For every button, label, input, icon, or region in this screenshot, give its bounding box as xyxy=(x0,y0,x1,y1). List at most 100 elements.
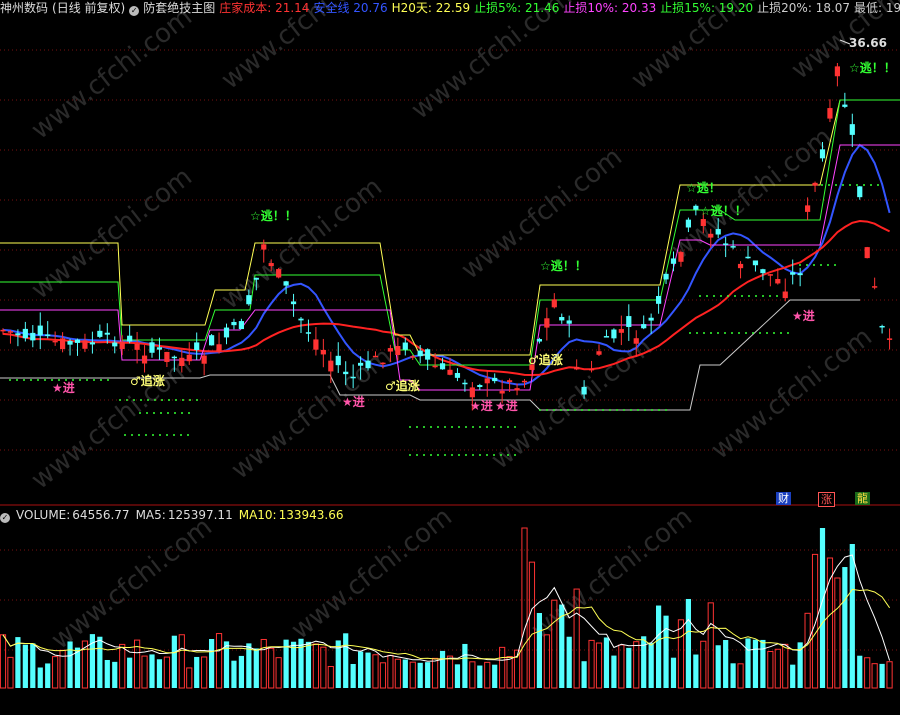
volume-bar xyxy=(268,647,275,689)
indicator-name[interactable]: 防套绝技主图 xyxy=(143,1,215,15)
header-item-6: 止损20%: 18.07 xyxy=(757,1,851,15)
chase-label: ♂追涨 xyxy=(528,352,563,367)
ma10-label: MA10: xyxy=(238,508,277,522)
escape-label: ☆逃！ xyxy=(686,180,721,195)
badge-cai[interactable]: 财 xyxy=(776,492,791,505)
candle-body xyxy=(857,186,863,198)
indicator-toggle-icon[interactable]: ✓ xyxy=(129,6,140,16)
support-dot xyxy=(174,412,176,414)
candle-body xyxy=(447,369,453,375)
volume-bar xyxy=(215,633,223,689)
volume-toggle-icon[interactable]: ✓ xyxy=(0,513,10,523)
period-label: (日线 前复权) xyxy=(52,1,126,15)
volume-bar xyxy=(506,656,513,689)
support-dot xyxy=(713,295,715,297)
volume-bar xyxy=(290,641,297,688)
volume-bar xyxy=(7,656,14,689)
candle-body xyxy=(97,330,103,337)
candle-body xyxy=(723,243,729,245)
support-dot xyxy=(409,426,411,428)
volume-bar xyxy=(685,598,691,688)
volume-bar xyxy=(275,657,282,689)
candle-body xyxy=(283,281,289,286)
chart-window[interactable]: www.cfchi.com www.cfchi.com www.cfchi.com w… xyxy=(0,0,900,715)
volume-header: ✓ VOLUME: 64556.77 MA5: 125397.11 MA10: 133943… xyxy=(0,507,900,523)
candle-body xyxy=(223,327,230,338)
support-dot xyxy=(182,399,184,401)
candle-body xyxy=(45,334,51,336)
support-dot xyxy=(689,332,691,334)
candle-body xyxy=(67,340,73,345)
support-dot xyxy=(616,409,618,411)
volume-bar xyxy=(446,655,454,689)
support-dot xyxy=(821,184,823,186)
ma5-label: MA5: xyxy=(135,508,166,522)
cost-line xyxy=(2,219,891,377)
candle-body xyxy=(156,347,163,350)
support-dot xyxy=(430,426,432,428)
candle-body xyxy=(410,356,416,358)
candle-body xyxy=(276,269,282,278)
support-dot xyxy=(79,379,81,381)
support-dot xyxy=(827,264,829,266)
support-dot xyxy=(16,379,18,381)
volume-bar xyxy=(67,641,73,688)
support-dot xyxy=(651,409,653,411)
volume-bar xyxy=(350,663,356,688)
candle-body xyxy=(186,354,192,362)
volume-bar xyxy=(260,638,267,689)
candle-body xyxy=(439,363,446,370)
candle-body xyxy=(417,350,423,357)
candle-body xyxy=(730,246,736,248)
candle-body xyxy=(432,365,438,368)
support-dot xyxy=(37,379,39,381)
support-dot xyxy=(738,332,740,334)
support-dot xyxy=(762,295,764,297)
volume-bar xyxy=(857,655,863,688)
support-dot xyxy=(161,399,163,401)
support-dot xyxy=(588,409,590,411)
badge-long[interactable]: 龍 xyxy=(855,492,870,505)
enter-label: ★进 xyxy=(52,380,75,395)
candle-body xyxy=(52,340,58,343)
candle-body xyxy=(834,66,840,77)
support-dot xyxy=(493,454,495,456)
volume-bar xyxy=(163,656,171,689)
volume-bar xyxy=(417,662,423,688)
support-dot xyxy=(167,412,169,414)
support-dot xyxy=(741,295,743,297)
escape-label: ☆逃！！ xyxy=(250,208,297,223)
volume-bar xyxy=(312,643,319,689)
support-dot xyxy=(776,295,778,297)
candle-body xyxy=(119,341,125,349)
candle-body xyxy=(313,339,319,350)
volume-bar xyxy=(409,661,416,689)
support-dot xyxy=(444,426,446,428)
support-dot xyxy=(173,434,175,436)
candle-body xyxy=(164,351,170,362)
support-dot xyxy=(849,184,851,186)
ma5-value: 125397.11 xyxy=(167,508,233,522)
volume-bar xyxy=(0,634,7,689)
support-dot xyxy=(877,184,879,186)
volume-bar xyxy=(723,640,729,688)
support-dot xyxy=(834,264,836,266)
candle-body xyxy=(141,355,148,364)
candle-body xyxy=(7,331,14,333)
volume-bar xyxy=(201,656,208,689)
support-dot xyxy=(423,426,425,428)
volume-bar xyxy=(790,664,796,688)
badge-zhang[interactable]: 涨 xyxy=(818,492,835,507)
candle-body xyxy=(879,325,885,328)
support-dot xyxy=(727,295,729,297)
volume-bars xyxy=(0,527,893,689)
support-dot xyxy=(696,332,698,334)
price-chart[interactable]: www.cfchi.com www.cfchi.com www.cfchi.com w… xyxy=(0,0,900,715)
support-dot xyxy=(507,454,509,456)
candle-body xyxy=(514,388,520,391)
support-dot xyxy=(560,409,562,411)
support-dot xyxy=(479,454,481,456)
support-dot xyxy=(734,295,736,297)
max-price-label: 36.66 xyxy=(849,36,887,50)
support-dot xyxy=(752,332,754,334)
